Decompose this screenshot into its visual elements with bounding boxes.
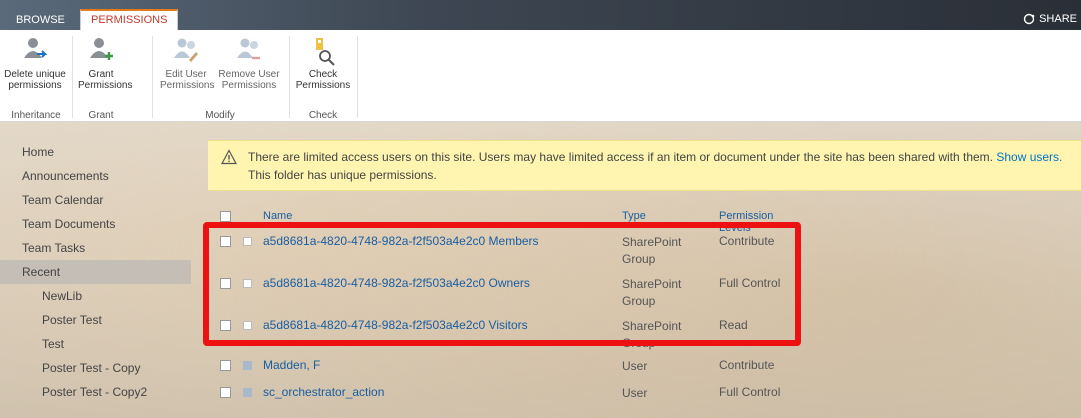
remove-user-label-1: Remove User [218, 69, 280, 80]
check-permissions-icon [316, 38, 335, 66]
suite-bar: BROWSE PERMISSIONS SHARE [0, 0, 1081, 31]
users-remove-icon [237, 38, 260, 60]
row-checkbox[interactable] [220, 387, 231, 398]
group-separator [152, 36, 153, 118]
edit-user-label-1: Edit User [165, 69, 207, 80]
info-line-1: There are limited access users on this s… [248, 148, 1081, 166]
nav-item-recent[interactable]: Recent [0, 260, 191, 284]
row-permission-level: Full Control [719, 385, 781, 399]
row-type: User [622, 358, 712, 375]
row-checkbox[interactable] [220, 360, 231, 371]
header-name[interactable]: Name [263, 210, 292, 222]
nav-item-team-calendar[interactable]: Team Calendar [0, 188, 191, 212]
check-label-2: Permissions [295, 80, 351, 91]
ribbon: Delete unique permissions Grant Permissi… [0, 30, 1081, 122]
left-navigation: Home Announcements Team Calendar Team Do… [0, 140, 191, 404]
edit-user-permissions-button[interactable]: Edit User Permissions [160, 36, 215, 91]
unique-permissions-notice: This folder has unique permissions. [248, 168, 437, 182]
user-icon [243, 361, 252, 370]
nav-item-announcements[interactable]: Announcements [0, 164, 191, 188]
row-name-link[interactable]: sc_orchestrator_action [263, 385, 384, 399]
edit-user-label-2: Permissions [160, 80, 215, 91]
delete-unique-label-1: Delete unique [4, 69, 66, 80]
nav-item-newlib[interactable]: NewLib [0, 284, 191, 308]
share-button[interactable]: SHARE [1023, 13, 1077, 25]
grant-label-1: Grant [88, 69, 114, 80]
delete-unique-permissions-button[interactable]: Delete unique permissions [3, 36, 67, 91]
tab-permissions[interactable]: PERMISSIONS [80, 9, 179, 31]
row-permission-level: Contribute [719, 358, 775, 372]
row-type-line-1: User [622, 386, 648, 400]
share-label: SHARE [1039, 13, 1077, 25]
nav-item-team-tasks[interactable]: Team Tasks [0, 236, 191, 260]
nav-item-poster-test-copy2[interactable]: Poster Test - Copy2 [0, 380, 191, 404]
nav-item-test[interactable]: Test [0, 332, 191, 356]
show-users-link[interactable]: Show users. [996, 150, 1062, 164]
group-label-modify: Modify [205, 110, 235, 121]
user-add-icon [90, 38, 113, 60]
group-label-inheritance: Inheritance [11, 110, 61, 121]
row-name-link[interactable]: Madden, F [263, 358, 320, 372]
group-separator [289, 36, 290, 118]
user-icon [243, 388, 252, 397]
header-type[interactable]: Type [622, 210, 646, 222]
users-delete-icon [24, 38, 48, 58]
group-separator [357, 36, 358, 118]
info-message: There are limited access users on this s… [248, 150, 994, 164]
table-row: sc_orchestrator_action User Full Control [208, 385, 808, 418]
tab-browse[interactable]: BROWSE [6, 10, 75, 30]
red-highlight-box [203, 222, 801, 346]
remove-user-permissions-button[interactable]: Remove User Permissions [216, 36, 282, 91]
check-label-1: Check [308, 69, 338, 80]
row-type: User [622, 385, 712, 402]
nav-item-team-documents[interactable]: Team Documents [0, 212, 191, 236]
nav-item-poster-test[interactable]: Poster Test [0, 308, 191, 332]
nav-item-poster-test-copy[interactable]: Poster Test - Copy [0, 356, 191, 380]
group-separator [72, 36, 73, 118]
check-permissions-button[interactable]: Check Permissions [295, 36, 351, 91]
group-label-grant: Grant [88, 110, 114, 121]
row-type-line-1: User [622, 359, 648, 373]
delete-unique-label-2: permissions [8, 80, 62, 91]
share-icon [1023, 13, 1035, 25]
limited-access-info-bar: There are limited access users on this s… [208, 140, 1081, 191]
grant-label-2: Permissions [78, 80, 133, 91]
select-all-checkbox[interactable] [220, 211, 231, 222]
nav-item-home[interactable]: Home [0, 140, 191, 164]
grant-permissions-button[interactable]: Grant Permissions [78, 36, 133, 91]
users-edit-icon [174, 38, 198, 62]
group-label-check: Check [308, 110, 338, 121]
remove-user-label-2: Permissions [221, 80, 277, 91]
warning-icon [221, 149, 237, 165]
